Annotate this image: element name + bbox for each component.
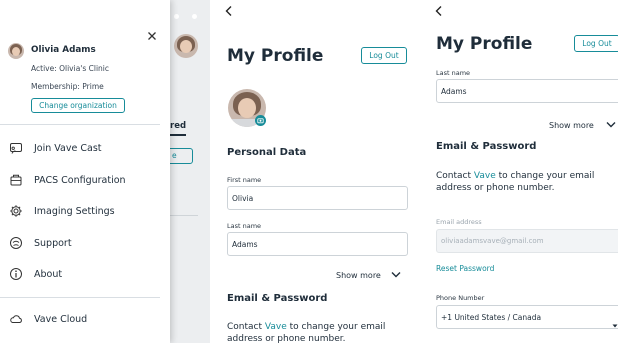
log-out-button[interactable]: Log Out bbox=[574, 35, 618, 52]
page-title: My Profile bbox=[436, 34, 533, 54]
email-password-heading: Email & Password bbox=[227, 293, 328, 304]
contact-text: Contact Vave to change your email bbox=[227, 322, 386, 332]
email-password-heading: Email & Password bbox=[436, 141, 537, 152]
vave-link[interactable]: Vave bbox=[265, 322, 287, 332]
first-name-field[interactable]: Olivia bbox=[227, 186, 408, 210]
menu-item-imaging-settings[interactable]: Imaging Settings bbox=[8, 200, 158, 222]
menu-item-support[interactable]: Support bbox=[8, 232, 158, 254]
active-clinic: Active: Olivia's Clinic bbox=[31, 64, 110, 73]
email-field: oliviaadamsvave@gmail.com bbox=[436, 229, 618, 253]
background-divider bbox=[170, 215, 198, 216]
cast-icon bbox=[8, 140, 24, 156]
change-organization-button[interactable]: Change organization bbox=[31, 98, 125, 113]
background-avatar bbox=[174, 34, 198, 58]
drawer-divider-bottom bbox=[0, 297, 160, 298]
cloud-icon bbox=[8, 311, 24, 327]
personal-data-heading: Personal Data bbox=[227, 147, 307, 158]
menu-item-vave-cloud[interactable]: Vave Cloud bbox=[8, 308, 158, 330]
navigation-drawer: Olivia Adams Active: Olivia's Clinic Mem… bbox=[0, 0, 170, 343]
contact-text-line2: address or phone number. bbox=[227, 334, 346, 343]
drawer-divider-top bbox=[0, 124, 160, 125]
menu-item-join-vave-cast[interactable]: Join Vave Cast bbox=[8, 137, 158, 159]
show-more-toggle[interactable]: Show more bbox=[336, 268, 402, 282]
contact-text-line2: address or phone number. bbox=[436, 183, 555, 193]
avatar bbox=[8, 43, 24, 59]
pacs-icon bbox=[8, 172, 24, 188]
chevron-down-icon bbox=[606, 121, 616, 129]
last-name-field[interactable]: Adams bbox=[227, 232, 408, 256]
phone-country-select[interactable]: +1 United States / Canada bbox=[436, 305, 618, 329]
screen-my-profile: My Profile Log Out Personal Data First n… bbox=[210, 0, 420, 343]
reset-password-link[interactable]: Reset Password bbox=[436, 264, 494, 273]
show-more-label: Show more bbox=[336, 270, 381, 280]
first-name-label: First name bbox=[227, 176, 262, 184]
info-icon bbox=[8, 266, 24, 282]
close-icon[interactable] bbox=[146, 27, 158, 40]
background-profile-screen: red e bbox=[160, 0, 210, 343]
last-name-field[interactable]: Adams bbox=[436, 79, 618, 103]
back-icon[interactable] bbox=[434, 2, 444, 16]
chevron-down-icon bbox=[391, 271, 401, 279]
camera-icon[interactable] bbox=[255, 115, 266, 126]
show-more-label: Show more bbox=[549, 120, 594, 130]
membership: Membership: Prime bbox=[31, 82, 104, 91]
menu-item-pacs-configuration[interactable]: PACS Configuration bbox=[8, 169, 158, 191]
screen-my-profile-scrolled: My Profile Log Out Last name Adams Show … bbox=[420, 0, 618, 343]
last-name-label: Last name bbox=[436, 69, 471, 77]
email-label: Email address bbox=[436, 218, 482, 226]
last-name-label: Last name bbox=[227, 222, 262, 230]
dropdown-arrow-icon bbox=[612, 314, 618, 328]
user-name: Olivia Adams bbox=[31, 45, 96, 55]
support-icon bbox=[8, 235, 24, 251]
vave-link[interactable]: Vave bbox=[474, 171, 496, 181]
background-tab-text: red bbox=[170, 121, 187, 131]
show-more-toggle[interactable]: Show more bbox=[549, 118, 618, 132]
log-out-button[interactable]: Log Out bbox=[361, 47, 407, 64]
phone-label: Phone Number bbox=[436, 294, 485, 302]
back-icon[interactable] bbox=[224, 2, 234, 16]
menu-item-about[interactable]: About bbox=[8, 263, 158, 285]
screen-menu-drawer: red e Olivia Adams Active: Olivia's Clin… bbox=[0, 0, 210, 343]
page-title: My Profile bbox=[227, 46, 324, 66]
gear-icon bbox=[8, 203, 24, 219]
contact-text: Contact Vave to change your email bbox=[436, 171, 595, 181]
background-top-dots bbox=[174, 14, 198, 20]
